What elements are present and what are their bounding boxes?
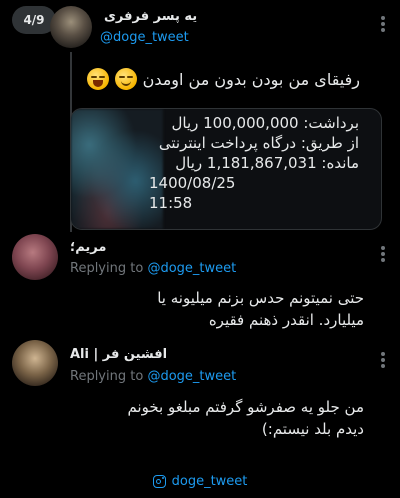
footer-watermark: doge_tweet <box>0 474 400 489</box>
more-options-icon[interactable] <box>380 244 386 264</box>
laughing-tears-emoji-icon <box>86 68 109 90</box>
reply-text: من جلو یه صفرشو گرفتم مبلغو بخونم دیدم ب… <box>64 396 364 440</box>
author-name[interactable]: افشین فر | Ali <box>70 347 167 362</box>
sms-balance-line: مانده: 1,181,867,031 ریال <box>175 154 359 172</box>
avatar[interactable] <box>12 234 58 280</box>
sms-message: برداشت: 100,000,000 ریال از طریق: درگاه … <box>99 113 359 213</box>
replying-prefix: Replying to <box>70 369 144 384</box>
avatar[interactable] <box>50 6 92 48</box>
reply-line: میلیارد. انقدر ذهنم فقیره <box>208 311 364 329</box>
reply-line: من جلو یه صفرشو گرفتم مبلغو بخونم <box>127 398 364 416</box>
replying-handle-link[interactable]: @doge_tweet <box>147 369 236 384</box>
reply-text: حتی نمیتونم حدس بزنم میلیونه یا میلیارد.… <box>64 287 364 331</box>
replying-prefix: Replying to <box>70 261 144 276</box>
instagram-icon <box>152 475 166 488</box>
sms-date: 1400/08/25 <box>149 174 236 192</box>
tweet-body: رفیقای من بودن بدون من اومدن <box>142 69 360 89</box>
tweet-text: رفیقای من بودن بدون من اومدن <box>86 68 360 90</box>
sms-time: 11:58 <box>149 194 193 212</box>
footer-handle[interactable]: doge_tweet <box>172 474 248 489</box>
reply-line: دیدم بلد نیستم:) <box>261 420 364 438</box>
sms-withdrawal-line: برداشت: 100,000,000 ریال <box>171 114 359 132</box>
pensive-face-emoji-icon <box>114 68 137 90</box>
more-options-icon[interactable] <box>380 14 386 34</box>
reply-line: حتی نمیتونم حدس بزنم میلیونه یا <box>157 289 364 307</box>
replying-handle-link[interactable]: @doge_tweet <box>147 261 236 276</box>
avatar[interactable] <box>12 340 58 386</box>
sms-gateway-line: از طریق: درگاه پرداخت اینترنتی <box>158 134 359 152</box>
replying-to: Replying to @doge_tweet <box>70 261 236 276</box>
author-name[interactable]: یه پسر فرفری <box>104 9 197 24</box>
replying-to: Replying to @doge_tweet <box>70 369 236 384</box>
author-handle[interactable]: @doge_tweet <box>100 30 189 45</box>
author-name[interactable]: مریم؛ <box>70 240 106 255</box>
sms-screenshot-image[interactable]: برداشت: 100,000,000 ریال از طریق: درگاه … <box>70 108 382 230</box>
more-options-icon[interactable] <box>380 350 386 370</box>
